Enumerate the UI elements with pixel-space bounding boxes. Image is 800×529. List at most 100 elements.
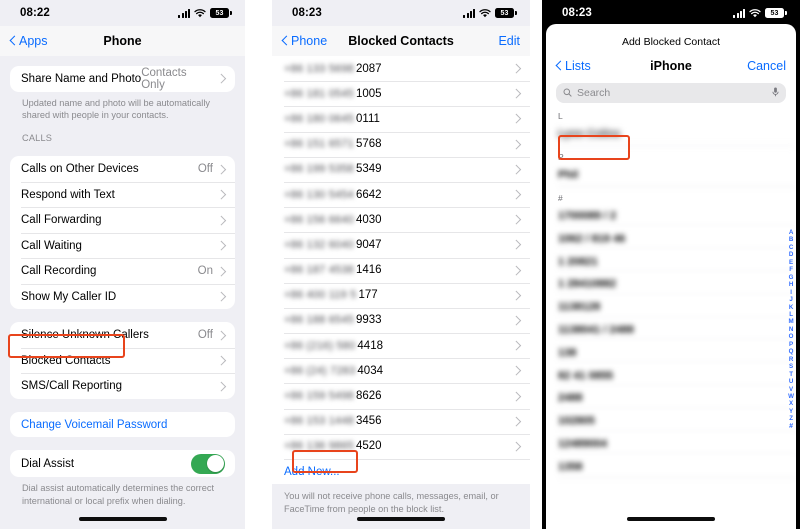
- table-row[interactable]: +86 130 5454 6642: [272, 181, 530, 208]
- row-change-voicemail-password[interactable]: Change Voicemail Password: [10, 412, 235, 438]
- alpha-index-y[interactable]: Y: [789, 408, 793, 415]
- contact-lynn-colins[interactable]: Lynn Colins: [546, 123, 796, 146]
- contact-phil[interactable]: Phil: [546, 163, 796, 187]
- alpha-index-s[interactable]: S: [789, 363, 793, 370]
- row-call-forwarding[interactable]: Call Forwarding: [10, 207, 235, 233]
- list-item[interactable]: 1138041 / 2488: [546, 318, 796, 342]
- alpha-index-t[interactable]: T: [789, 371, 793, 378]
- add-new-button[interactable]: Add New...: [272, 459, 530, 485]
- alpha-index-z[interactable]: Z: [789, 415, 793, 422]
- alpha-index-f[interactable]: F: [789, 266, 793, 273]
- table-row[interactable]: +86 151 6571 5768: [272, 131, 530, 157]
- share-name-group: Share Name and Photo Contacts Only: [10, 66, 235, 92]
- alpha-index-u[interactable]: U: [789, 378, 793, 385]
- row-call-recording[interactable]: Call Recording On: [10, 258, 235, 284]
- row-label: Change Voicemail Password: [21, 418, 168, 431]
- list-item[interactable]: 1 20821: [546, 250, 796, 273]
- back-button-lists[interactable]: Lists: [556, 59, 591, 73]
- alpha-index-p[interactable]: P: [789, 341, 793, 348]
- list-item[interactable]: 82 41 0855: [546, 364, 796, 387]
- list-item[interactable]: 138: [546, 341, 796, 365]
- row-label: Calls on Other Devices: [21, 163, 139, 176]
- back-button-apps[interactable]: Apps: [10, 34, 48, 48]
- chevron-left-icon: [10, 36, 17, 47]
- masked-number: +86 199 5358: [284, 163, 354, 176]
- alpha-index-o[interactable]: O: [789, 333, 794, 340]
- table-row[interactable]: +86 (24) 7283 4034: [272, 358, 530, 384]
- row-silence-unknown-callers[interactable]: Silence Unknown Callers Off: [10, 322, 235, 348]
- alpha-index-w[interactable]: W: [788, 393, 794, 400]
- table-row[interactable]: +86 187 4538 1416: [272, 257, 530, 283]
- alpha-index-v[interactable]: V: [789, 386, 793, 393]
- alpha-index-c[interactable]: C: [789, 244, 793, 251]
- list-item[interactable]: 1062 / 819 46: [546, 227, 796, 251]
- alpha-index-hash[interactable]: #: [789, 423, 793, 430]
- number-tail: 8626: [356, 390, 382, 403]
- back-label: Phone: [291, 34, 328, 48]
- chevron-right-icon: [513, 441, 520, 452]
- alpha-index-i[interactable]: I: [790, 289, 792, 296]
- table-row[interactable]: +86 136 9865 4520: [272, 433, 530, 459]
- alpha-index-k[interactable]: K: [789, 304, 793, 311]
- chevron-right-icon: [513, 365, 520, 376]
- status-bar: 08:23 53: [542, 0, 800, 26]
- list-item[interactable]: 1358: [546, 455, 796, 479]
- alphabet-index[interactable]: A B C D E F G H I J K L M N O P Q R S T: [788, 229, 794, 430]
- row-sms-call-reporting[interactable]: SMS/Call Reporting: [10, 373, 235, 399]
- table-row[interactable]: +86 400 119 5 177: [272, 282, 530, 308]
- back-button-phone[interactable]: Phone: [282, 34, 327, 48]
- alpha-index-a[interactable]: A: [789, 229, 793, 236]
- alpha-index-m[interactable]: M: [789, 318, 794, 325]
- alpha-index-j[interactable]: J: [789, 296, 792, 303]
- row-label: Call Forwarding: [21, 214, 102, 227]
- chevron-right-icon: [513, 265, 520, 276]
- table-row[interactable]: +86 181 0545 1005: [272, 81, 530, 107]
- alpha-index-g[interactable]: G: [789, 274, 794, 281]
- table-row[interactable]: +86 133 5698 2087: [272, 56, 530, 82]
- microphone-icon[interactable]: [772, 84, 779, 102]
- alpha-index-q[interactable]: Q: [789, 348, 794, 355]
- alpha-index-d[interactable]: D: [789, 251, 793, 258]
- table-row[interactable]: +86 199 5358 5349: [272, 156, 530, 182]
- table-row[interactable]: +86 153 1448 3456: [272, 408, 530, 434]
- chevron-right-icon: [513, 391, 520, 402]
- calls-section-header: CALLS: [22, 133, 53, 144]
- table-row[interactable]: +86 159 5498 8626: [272, 383, 530, 409]
- row-show-my-caller-id[interactable]: Show My Caller ID: [10, 283, 235, 310]
- alpha-index-b[interactable]: B: [789, 236, 793, 243]
- list-item[interactable]: 2488: [546, 386, 796, 410]
- table-row[interactable]: +86 188 6545 9933: [272, 307, 530, 334]
- edit-button[interactable]: Edit: [498, 34, 520, 48]
- row-blocked-contacts[interactable]: Blocked Contacts: [10, 347, 235, 374]
- alpha-index-x[interactable]: X: [789, 400, 793, 407]
- row-call-waiting[interactable]: Call Waiting: [10, 232, 235, 259]
- table-row[interactable]: +86 (216) 580 4418: [272, 333, 530, 359]
- cancel-button[interactable]: Cancel: [747, 59, 786, 73]
- table-row[interactable]: +86 180 0645 0111: [272, 106, 530, 132]
- alpha-index-l[interactable]: L: [789, 311, 793, 318]
- three-panel-screenshot: 08:22 53 Apps Phone Share Name and Photo…: [0, 0, 800, 529]
- alpha-index-r[interactable]: R: [789, 356, 793, 363]
- chevron-right-icon: [513, 88, 520, 99]
- row-share-name-and-photo[interactable]: Share Name and Photo Contacts Only: [10, 66, 235, 92]
- chevron-right-icon: [513, 416, 520, 427]
- alpha-index-n[interactable]: N: [789, 326, 793, 333]
- list-item[interactable]: 1138128: [546, 295, 796, 319]
- table-row[interactable]: +86 132 6040 9047: [272, 232, 530, 258]
- search-input[interactable]: Search: [556, 83, 786, 103]
- home-indicator[interactable]: [357, 517, 445, 521]
- home-indicator[interactable]: [78, 517, 167, 521]
- chevron-right-icon: [513, 139, 520, 150]
- list-item[interactable]: 1 28410882: [546, 272, 796, 296]
- list-item[interactable]: 102805: [546, 409, 796, 433]
- home-indicator[interactable]: [627, 517, 715, 521]
- list-item[interactable]: 12489004: [546, 432, 796, 456]
- table-row[interactable]: +86 156 6640 4030: [272, 207, 530, 233]
- alpha-index-h[interactable]: H: [789, 281, 793, 288]
- row-respond-with-text[interactable]: Respond with Text: [10, 181, 235, 208]
- alpha-index-e[interactable]: E: [789, 259, 793, 266]
- list-item[interactable]: 1700089 / 2: [546, 204, 796, 228]
- dial-assist-toggle[interactable]: [191, 453, 225, 474]
- row-calls-on-other-devices[interactable]: Calls on Other Devices Off: [10, 156, 235, 182]
- section-header-hash: #: [546, 186, 796, 205]
